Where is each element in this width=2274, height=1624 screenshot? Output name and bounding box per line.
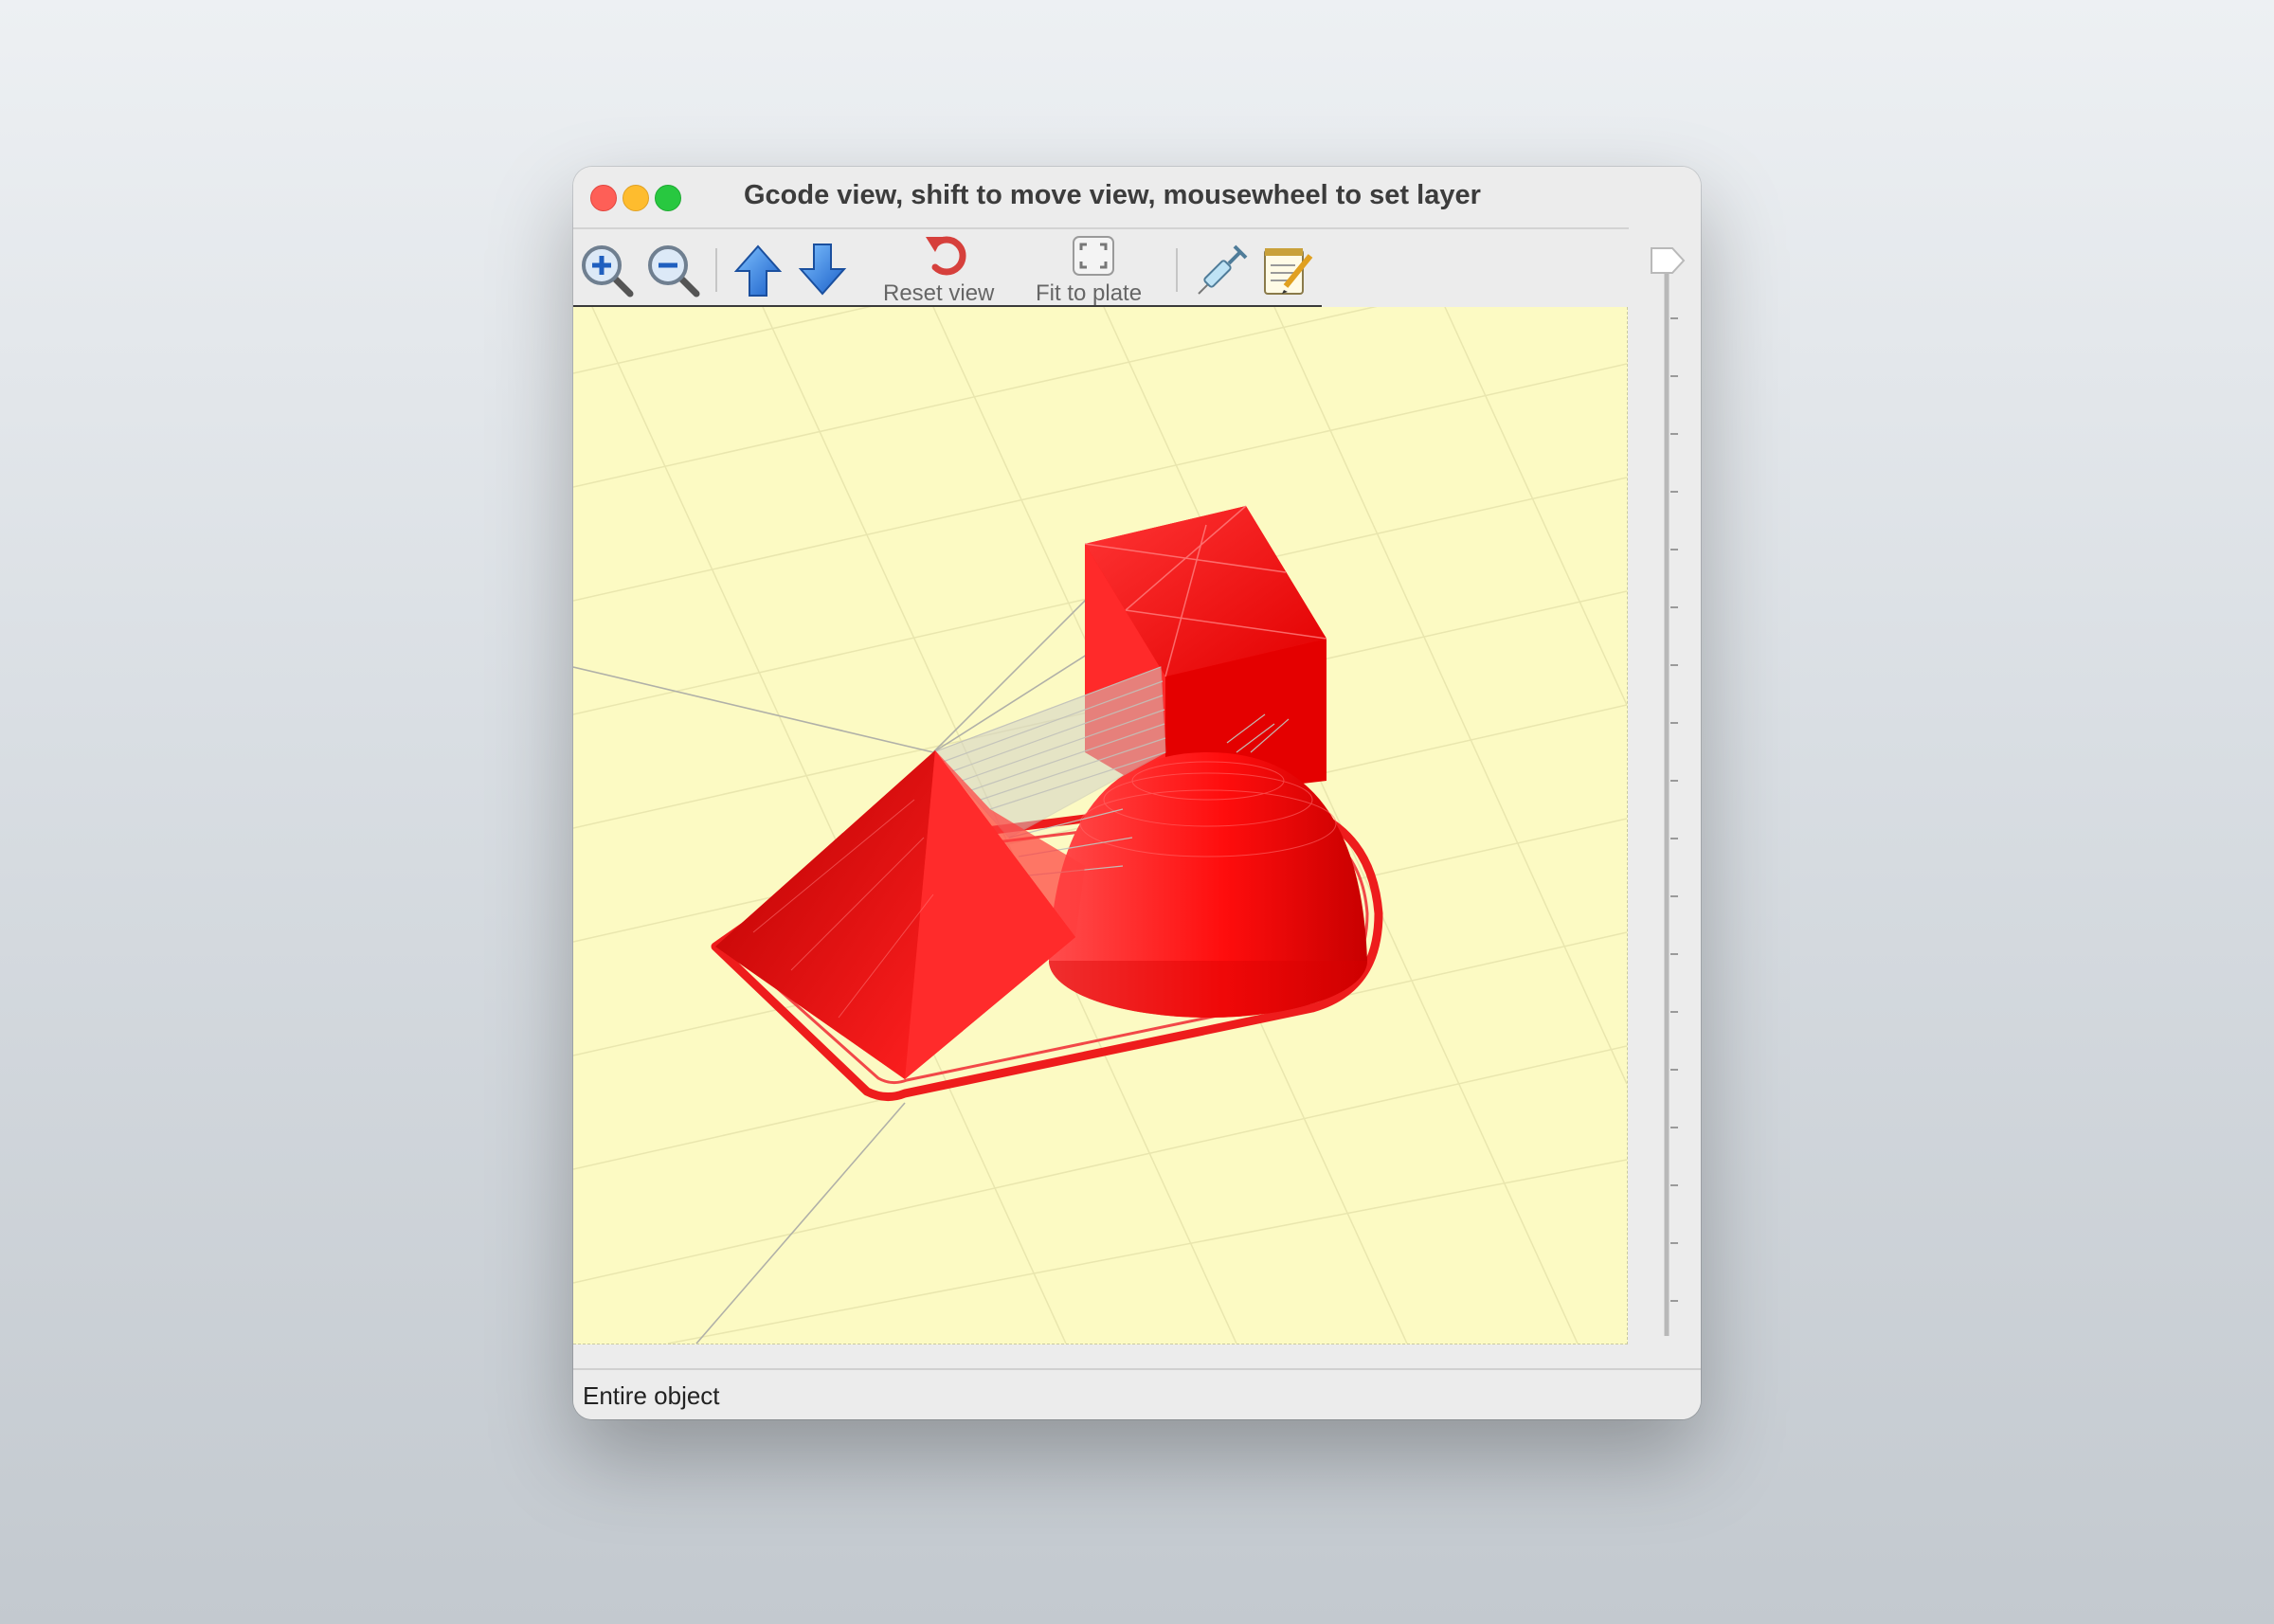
layer-up-button[interactable] bbox=[732, 243, 784, 299]
layer-down-button[interactable] bbox=[797, 241, 848, 298]
arrow-down-icon bbox=[798, 244, 847, 296]
undo-arrow-icon bbox=[926, 236, 966, 276]
notepad-icon bbox=[1264, 248, 1313, 295]
layer-slider-track[interactable] bbox=[1629, 227, 1701, 1345]
zoom-out-button[interactable] bbox=[645, 243, 702, 299]
reset-view-button[interactable]: Reset view bbox=[876, 229, 1019, 306]
reset-view-label: Reset view bbox=[883, 280, 995, 306]
zoom-in-icon bbox=[582, 245, 634, 298]
zoom-in-button[interactable] bbox=[579, 243, 636, 299]
status-bar: Entire object bbox=[573, 1368, 1701, 1419]
gcode-view-window: Gcode view, shift to move view, mousewhe… bbox=[573, 167, 1701, 1419]
tool-button[interactable] bbox=[1193, 243, 1250, 299]
zoom-out-icon bbox=[648, 245, 700, 298]
layer-slider[interactable] bbox=[1629, 227, 1701, 1345]
window-title: Gcode view, shift to move view, mousewhe… bbox=[744, 180, 1481, 210]
dome-model bbox=[1049, 752, 1367, 1018]
status-text: Entire object bbox=[583, 1381, 720, 1410]
arrow-up-icon bbox=[733, 244, 783, 297]
gcode-3d-viewport[interactable] bbox=[573, 307, 1628, 1344]
gcode-preview-scene bbox=[573, 307, 1627, 1344]
slider-thumb[interactable] bbox=[1651, 247, 1686, 274]
toolbar-separator bbox=[715, 248, 717, 292]
minimize-window-button[interactable] bbox=[623, 185, 649, 211]
close-window-button[interactable] bbox=[590, 185, 617, 211]
fit-to-plate-icon bbox=[1073, 236, 1114, 276]
toolbar-separator bbox=[1176, 248, 1178, 292]
syringe-icon bbox=[1198, 244, 1248, 295]
notes-button[interactable] bbox=[1259, 243, 1316, 299]
fit-to-plate-button[interactable]: Fit to plate bbox=[1030, 229, 1172, 306]
title-bar[interactable]: Gcode view, shift to move view, mousewhe… bbox=[573, 167, 1701, 229]
zoom-window-button[interactable] bbox=[655, 185, 681, 211]
fit-to-plate-label: Fit to plate bbox=[1036, 280, 1143, 306]
toolbar: Reset view Fit to plate bbox=[573, 229, 1322, 307]
